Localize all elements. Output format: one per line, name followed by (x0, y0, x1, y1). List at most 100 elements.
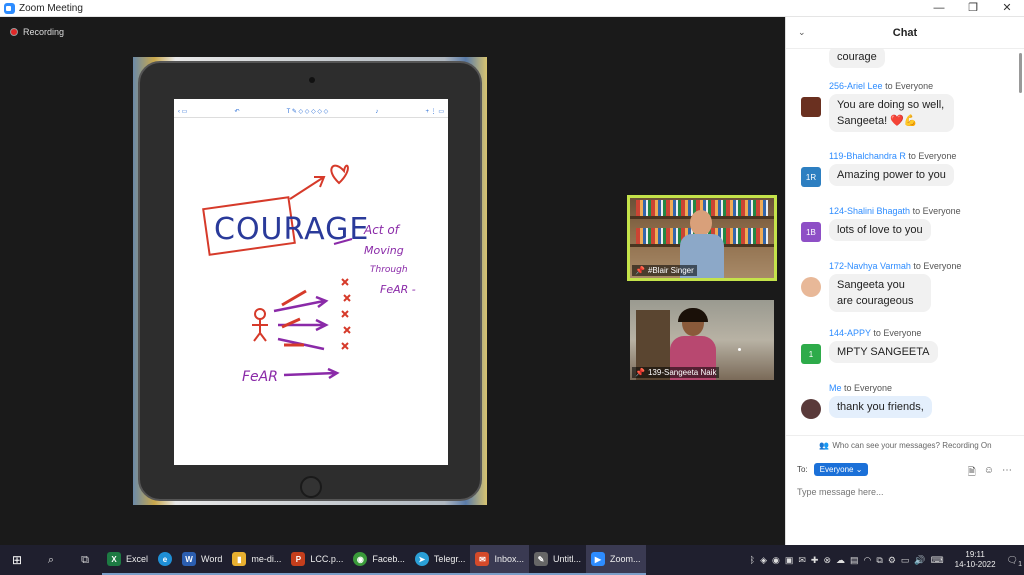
ipad-status-bar (174, 99, 448, 106)
emoji-icon[interactable]: ☺ (984, 465, 994, 482)
chat-scrollbar[interactable] (1019, 53, 1022, 439)
tray-app-icon[interactable]: ✉ (798, 555, 806, 566)
stick-figure-body (252, 319, 268, 342)
taskbar-app-excel[interactable]: X Excel (102, 545, 154, 575)
recipient-bar: To: Everyone (797, 463, 869, 476)
taskbar-app-edge[interactable]: e (153, 545, 178, 575)
taskbar-app-telegram[interactable]: ➤ Telegr... (409, 545, 471, 575)
wifi-icon[interactable]: ◠ (864, 555, 872, 566)
close-button[interactable]: ✕ (990, 0, 1024, 17)
message-text: thank you friends, (829, 396, 932, 418)
zoom-tray-icon[interactable]: ▣ (785, 555, 794, 566)
taskbar-app-word[interactable]: W Word (177, 545, 228, 575)
participant-hair (678, 308, 708, 322)
privacy-text: Who can see your messages? Recording On (832, 441, 992, 450)
up-arrow (289, 176, 326, 200)
zoom-app-icon (4, 2, 15, 14)
recording-label: Recording (23, 27, 65, 37)
tray-app-icon[interactable]: ◈ (760, 555, 767, 566)
file-icon[interactable]: 🗎 (968, 465, 976, 482)
volume-icon[interactable]: 🔊 (914, 555, 925, 566)
participant-name: #Blair Singer (647, 266, 694, 275)
participant-tile-active-speaker[interactable]: 📌 #Blair Singer (627, 195, 777, 281)
window-controls: — ❐ ✕ (922, 0, 1024, 17)
bluetooth-icon[interactable]: ᛒ (750, 555, 755, 565)
ipad-screen: ‹ ▭ ↶ T ✎ ◇ ◇ ◇ ◇ ◇ ♪ + ⋮ ▭ COURAGE Act … (174, 99, 448, 465)
excel-icon: X (107, 552, 121, 566)
title-bar: Zoom Meeting — ❐ ✕ (0, 0, 1024, 17)
pen-tools-icon: T ✎ ◇ ◇ ◇ ◇ ◇ (286, 109, 329, 115)
message-sender: 256-Ariel Lee to Everyone (829, 81, 934, 91)
message-sender: Me to Everyone (829, 383, 893, 393)
back-icon: ‹ ▭ (178, 109, 188, 115)
participant-name: 139-Sangeeta Naik (647, 368, 717, 377)
pin-icon: 📌 (635, 368, 645, 377)
language-icon[interactable]: ⌨ (931, 555, 944, 566)
message-text: courage (829, 49, 885, 68)
windows-start-icon[interactable]: ⊞ (0, 545, 34, 575)
more-icon[interactable]: ⋯ (1002, 465, 1012, 482)
tray-app-icon[interactable]: ▤ (850, 555, 859, 566)
message-sender: 144-APPY to Everyone (829, 328, 922, 338)
chat-header: ⌄ Chat (786, 17, 1024, 49)
clock-date: 14-10-2022 (954, 560, 996, 569)
avatar (801, 399, 821, 419)
taskbar-app-explorer[interactable]: ▮ me-di... (227, 545, 287, 575)
search-icon[interactable]: ⌕ (34, 545, 68, 575)
red-arrows (281, 289, 307, 347)
avatar: 1 (801, 344, 821, 364)
chat-panel: ⌄ Chat courage 256-Ariel Lee to Everyone… (785, 17, 1024, 545)
avatar: 1B (801, 222, 821, 242)
word-icon: W (182, 552, 197, 566)
tray-app-icon[interactable]: ✚ (811, 555, 819, 566)
taskbar-app-paint[interactable]: ✎ Untitl... (528, 545, 586, 575)
chevron-down-icon[interactable]: ⌄ (798, 27, 806, 38)
minimize-button[interactable]: — (922, 0, 956, 17)
tray-app-icon[interactable]: ⧉ (876, 555, 882, 566)
message-text: MPTY SANGEETA (829, 341, 938, 363)
barrier-marks (341, 278, 351, 350)
notification-icon[interactable]: 🗨 1 (1007, 555, 1022, 568)
record-dot-icon (10, 28, 18, 36)
chat-title: Chat (892, 26, 918, 39)
recording-indicator[interactable]: Recording (10, 27, 64, 37)
scrollbar-thumb[interactable] (1019, 53, 1022, 93)
battery-icon[interactable]: ▭ (901, 555, 910, 566)
participant-tile[interactable]: 📌 139-Sangeeta Naik (630, 300, 774, 380)
message-text: Amazing power to you (829, 164, 954, 186)
meeting-area: Recording ‹ ▭ ↶ T ✎ ◇ ◇ ◇ ◇ ◇ ♪ + ⋮ ▭ CO… (0, 17, 784, 545)
mail-icon: ✉ (475, 552, 490, 566)
taskbar-app-powerpoint[interactable]: P LCC.p... (286, 545, 349, 575)
clock[interactable]: 19:11 14-10-2022 (955, 550, 996, 570)
taskbar-app-chrome[interactable]: ◉ Faceb... (348, 545, 410, 575)
message-input[interactable] (797, 487, 1012, 497)
recipient-dropdown[interactable]: Everyone (813, 463, 869, 476)
bottom-arrow (283, 367, 340, 380)
act-of-text: Act of (363, 223, 401, 237)
system-tray: ᛒ ◈ ◉ ▣ ✉ ✚ ⊗ ☁ ▤ ◠ ⧉ ⚙ ▭ 🔊 ⌨ 19:11 14-1… (750, 550, 1024, 570)
taskbar-app-zoom[interactable]: ▶ Zoom... (585, 545, 646, 575)
tray-app-icon[interactable]: ⚙ (888, 555, 896, 566)
notification-count: 1 (1018, 560, 1022, 568)
task-view-icon[interactable]: ⧉ (68, 545, 102, 575)
message-sender: 172-Navhya Varmah to Everyone (829, 261, 962, 271)
whiteboard-drawing: COURAGE Act of Moving Through FeAR - FeA… (202, 164, 416, 385)
notes-toolbar: ‹ ▭ ↶ T ✎ ◇ ◇ ◇ ◇ ◇ ♪ + ⋮ ▭ (174, 106, 448, 118)
message-sender: 124-Shalini Bhagath to Everyone (829, 206, 961, 216)
message-text: lots of love to you (829, 219, 931, 241)
onedrive-icon[interactable]: ☁ (836, 555, 845, 566)
home-button-icon (300, 476, 322, 498)
chrome-icon: ◉ (353, 552, 368, 566)
more-options-icon[interactable] (738, 348, 741, 351)
privacy-notice[interactable]: 👥 Who can see your messages? Recording O… (786, 435, 1024, 455)
camera-icon (309, 77, 315, 83)
chat-messages: courage 256-Ariel Lee to Everyone You ar… (786, 49, 1019, 435)
courage-word: COURAGE (214, 212, 369, 247)
message-sender: 119-Bhalchandra R to Everyone (829, 151, 957, 161)
maximize-button[interactable]: ❐ (956, 0, 990, 17)
tray-app-icon[interactable]: ⊗ (823, 555, 831, 566)
tray-app-icon[interactable]: ◉ (772, 555, 780, 566)
taskbar-app-inbox[interactable]: ✉ Inbox... (470, 545, 529, 575)
clock-time: 19:11 (965, 550, 985, 559)
participant-nameplate: 📌 139-Sangeeta Naik (632, 367, 720, 378)
